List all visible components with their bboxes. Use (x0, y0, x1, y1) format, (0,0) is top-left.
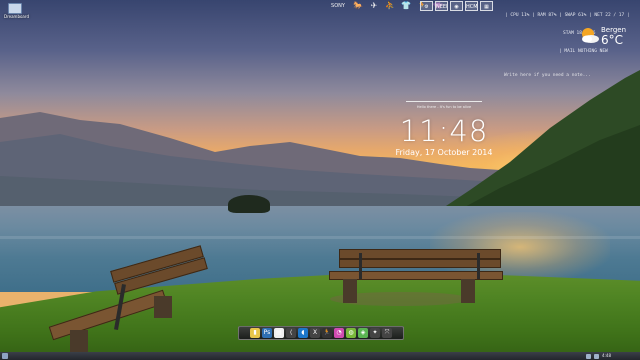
system-monitor-line3: | MAIL NOTHING NEW (559, 49, 608, 54)
clock-time: 11:48 (399, 114, 489, 148)
lake-sheen (0, 236, 640, 239)
top-rainmeter-bar: SONY🐎✈⛹👕🏃👾 ⚙NEED◉HCM▦ | CPU 11% | RAM 87… (0, 0, 640, 54)
mustang-logo-icon[interactable]: 🐎 (351, 1, 365, 11)
island (228, 195, 270, 213)
desktop-shortcut-label: Dreamboard (4, 14, 29, 19)
volume-icon[interactable] (594, 353, 599, 359)
system-monitor-line1: | CPU 11% | RAM 87% | SWAP 61% | NET 22 … (505, 13, 630, 18)
weather-widget[interactable]: Bergen 6°C (579, 24, 637, 48)
partly-cloudy-icon (582, 28, 599, 43)
grid-box-icon[interactable]: ▦ (480, 1, 493, 11)
weather-temperature: 6°C (601, 33, 624, 47)
clock-divider (406, 101, 482, 102)
arrows-icon[interactable]: ⤧ (382, 328, 392, 338)
dock: ▮ Ps ▤ ⟨ ◖ X 🏃 ◔ ◍ ◈ ✦ ⤧ (238, 326, 404, 340)
app-blue-icon[interactable]: ◖ (298, 328, 308, 338)
clock-date: Friday, 17 October 2014 (395, 148, 493, 157)
note-widget[interactable]: Write here if you need a note... (504, 73, 634, 79)
top-launcher-boxes: ⚙NEED◉HCM▦ (420, 1, 493, 11)
sony-logo-icon[interactable]: SONY (327, 1, 349, 11)
clock-caption: Hello there - It's fun to be alive (416, 105, 472, 109)
text-box-icon[interactable]: HCM (465, 1, 478, 11)
camera-box-icon[interactable]: ◉ (450, 1, 463, 11)
jet-icon[interactable]: ✈ (367, 1, 381, 11)
android-icon[interactable]: ◍ (346, 328, 356, 338)
bench-left (46, 245, 208, 352)
shirt-icon[interactable]: 👕 (399, 1, 413, 11)
start-button[interactable] (2, 353, 8, 359)
document-icon[interactable]: ▤ (274, 328, 284, 338)
settings-box-icon[interactable]: ⚙ (420, 1, 433, 11)
taskbar: 4:48 (0, 352, 640, 360)
basketball-player-icon[interactable]: ⛹ (383, 1, 397, 11)
share-icon[interactable]: ⟨ (286, 328, 296, 338)
photoshop-icon[interactable]: Ps (262, 328, 272, 338)
controller-icon[interactable]: ✦ (370, 328, 380, 338)
color-wheel-icon[interactable]: ◔ (334, 328, 344, 338)
bench-right (327, 249, 503, 305)
taskbar-clock[interactable]: 4:48 (602, 352, 611, 360)
runner-icon[interactable]: 🏃 (322, 328, 332, 338)
folder-icon[interactable]: ▮ (250, 328, 260, 338)
green-app-icon[interactable]: ◈ (358, 328, 368, 338)
need-box-icon[interactable]: NEED (435, 1, 448, 11)
x-icon[interactable]: X (310, 328, 320, 338)
system-tray: 4:48 (586, 352, 611, 360)
note-text: Write here if you need a note... (504, 73, 591, 78)
network-icon[interactable] (586, 353, 591, 359)
